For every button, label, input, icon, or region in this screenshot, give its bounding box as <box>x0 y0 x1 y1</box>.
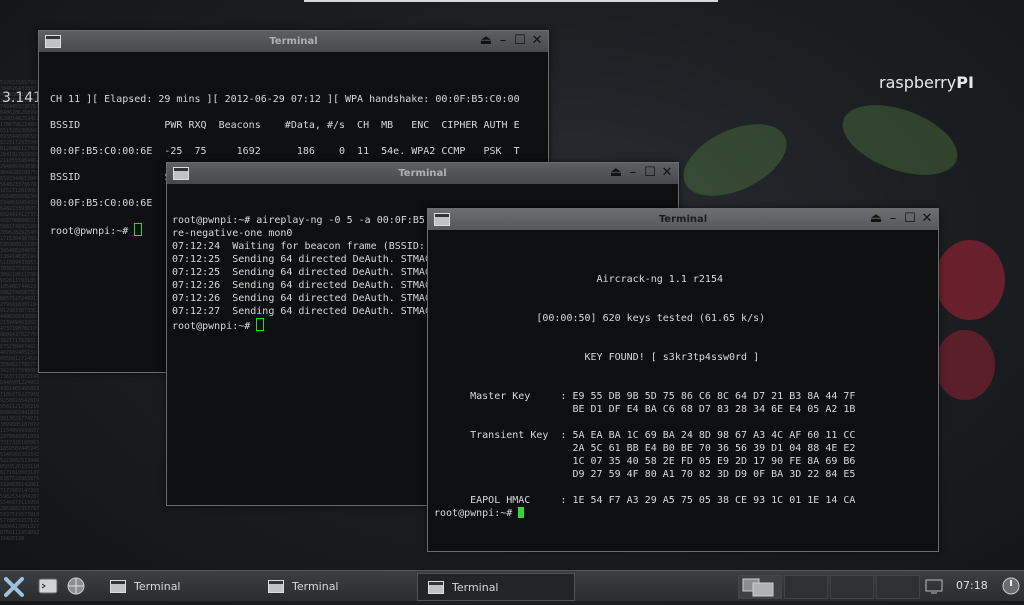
terminal-launcher-button[interactable] <box>36 571 60 601</box>
terminal-lines: Aircrack-ng 1.1 r2154 [00:00:50] 620 key… <box>434 273 932 520</box>
globe-icon <box>67 577 85 595</box>
start-menu-icon <box>4 577 24 597</box>
browser-launcher-button[interactable] <box>64 571 88 601</box>
taskbar-clock[interactable]: 07:18 <box>956 579 988 592</box>
workspace-windows-icon <box>742 578 774 597</box>
minimize-button[interactable]: – <box>886 211 900 227</box>
terminal-icon[interactable] <box>173 167 189 180</box>
terminal-line: EAPOL HMAC : 1E 54 F7 A3 29 A5 75 05 38 … <box>434 495 856 506</box>
terminal-line: Master Key : E9 55 DB 9B 5D 75 86 C6 8C … <box>434 391 856 402</box>
terminal-line: BSSID PWR RXQ Beacons #Data, #/s CH MB E… <box>50 120 520 131</box>
terminal-output[interactable]: Aircrack-ng 1.1 r2154 [00:00:50] 620 key… <box>434 247 932 543</box>
terminal-icon[interactable] <box>434 213 450 226</box>
shade-icon[interactable]: ⏏ <box>609 165 623 181</box>
desktop-pager-2[interactable] <box>784 575 828 599</box>
power-icon <box>1002 577 1020 595</box>
taskbar-task-terminal-2[interactable]: Terminal <box>258 573 406 599</box>
task-label: Terminal <box>452 580 499 594</box>
window-titlebar[interactable]: Terminal ⏏ – ☐ ✕ <box>428 209 938 230</box>
terminal-line: BE D1 DF E4 BA C6 68 D7 83 28 34 6E E4 0… <box>434 404 856 415</box>
task-label: Terminal <box>292 579 339 593</box>
taskbar: Terminal Terminal Terminal 07:18 <box>0 570 1024 601</box>
taskbar-task-terminal-1[interactable]: Terminal <box>100 573 248 599</box>
desktop-pager-1[interactable] <box>738 575 782 599</box>
terminal-icon <box>110 579 126 593</box>
window-title: Terminal <box>398 168 447 179</box>
window-titlebar[interactable]: Terminal ⏏ – ☐ ✕ <box>39 31 548 52</box>
terminal-icon[interactable] <box>45 35 61 48</box>
terminal-cursor <box>134 223 143 236</box>
terminal-line: D9 27 59 4F 80 A1 70 82 3D D9 0F BA 3D 2… <box>434 469 856 480</box>
window-title: Terminal <box>269 36 318 47</box>
shade-icon[interactable]: ⏏ <box>869 211 883 227</box>
terminal-line: CH 11 ][ Elapsed: 29 mins ][ 2012-06-29 … <box>50 94 520 105</box>
display-tray-button[interactable] <box>922 571 946 601</box>
close-button[interactable]: ✕ <box>660 165 674 181</box>
monitor-icon <box>925 579 943 594</box>
terminal-line: 2A 5C 61 BB E4 B0 BE 70 36 56 39 D1 04 8… <box>434 443 856 454</box>
terminal-cursor <box>518 507 525 518</box>
start-menu-button[interactable] <box>0 571 28 601</box>
raspberry-leaf-left <box>672 109 798 211</box>
raspberry-pi-logo-text: raspberryPI <box>879 73 974 92</box>
terminal-line: Aircrack-ng 1.1 r2154 <box>434 274 723 285</box>
terminal-launcher-icon <box>38 578 58 594</box>
maximize-button[interactable]: ☐ <box>513 33 527 49</box>
close-button[interactable]: ✕ <box>530 33 544 49</box>
pi-label: 3.141 <box>2 90 43 106</box>
shade-icon[interactable]: ⏏ <box>479 33 493 49</box>
window-titlebar[interactable]: Terminal ⏏ – ☐ ✕ <box>167 163 678 184</box>
terminal-line: 1C 07 35 40 58 2E FD 05 E9 2D 17 90 FE 8… <box>434 456 856 467</box>
pi-digits-background: 5926535897932384626433832795028841971693… <box>0 80 40 540</box>
power-button[interactable] <box>998 571 1024 601</box>
maximize-button[interactable]: ☐ <box>903 211 917 227</box>
terminal-line: root@pwnpi:~# <box>434 507 932 520</box>
terminal-line: 00:0F:B5:C0:00:6E -25 75 1692 186 0 11 5… <box>50 146 520 157</box>
terminal-icon <box>428 580 444 594</box>
raspberry-berry-2 <box>935 330 995 400</box>
terminal-line: [00:00:50] 620 keys tested (61.65 k/s) <box>434 313 766 324</box>
desktop-pager-3[interactable] <box>830 575 874 599</box>
terminal-cursor <box>256 318 265 331</box>
window-title: Terminal <box>658 214 708 225</box>
terminal-line: KEY FOUND! [ s3kr3tp4ssw0rd ] <box>434 352 760 363</box>
terminal-line: Transient Key : 5A EA BA 1C 69 BA 24 8D … <box>434 430 856 441</box>
desktop-pager-4[interactable] <box>876 575 920 599</box>
terminal-icon <box>268 579 284 593</box>
top-panel-strip <box>304 0 718 2</box>
raspberry-berry-1 <box>935 240 1005 320</box>
terminal-window-aircrack[interactable]: Terminal ⏏ – ☐ ✕ Aircrack-ng 1.1 r2154 [… <box>427 208 939 552</box>
minimize-button[interactable]: – <box>496 33 510 49</box>
minimize-button[interactable]: – <box>626 165 640 181</box>
close-button[interactable]: ✕ <box>920 211 934 227</box>
maximize-button[interactable]: ☐ <box>643 165 657 181</box>
taskbar-task-terminal-3[interactable]: Terminal <box>417 573 575 601</box>
task-label: Terminal <box>134 579 181 593</box>
raspberry-leaf-right <box>833 91 967 189</box>
